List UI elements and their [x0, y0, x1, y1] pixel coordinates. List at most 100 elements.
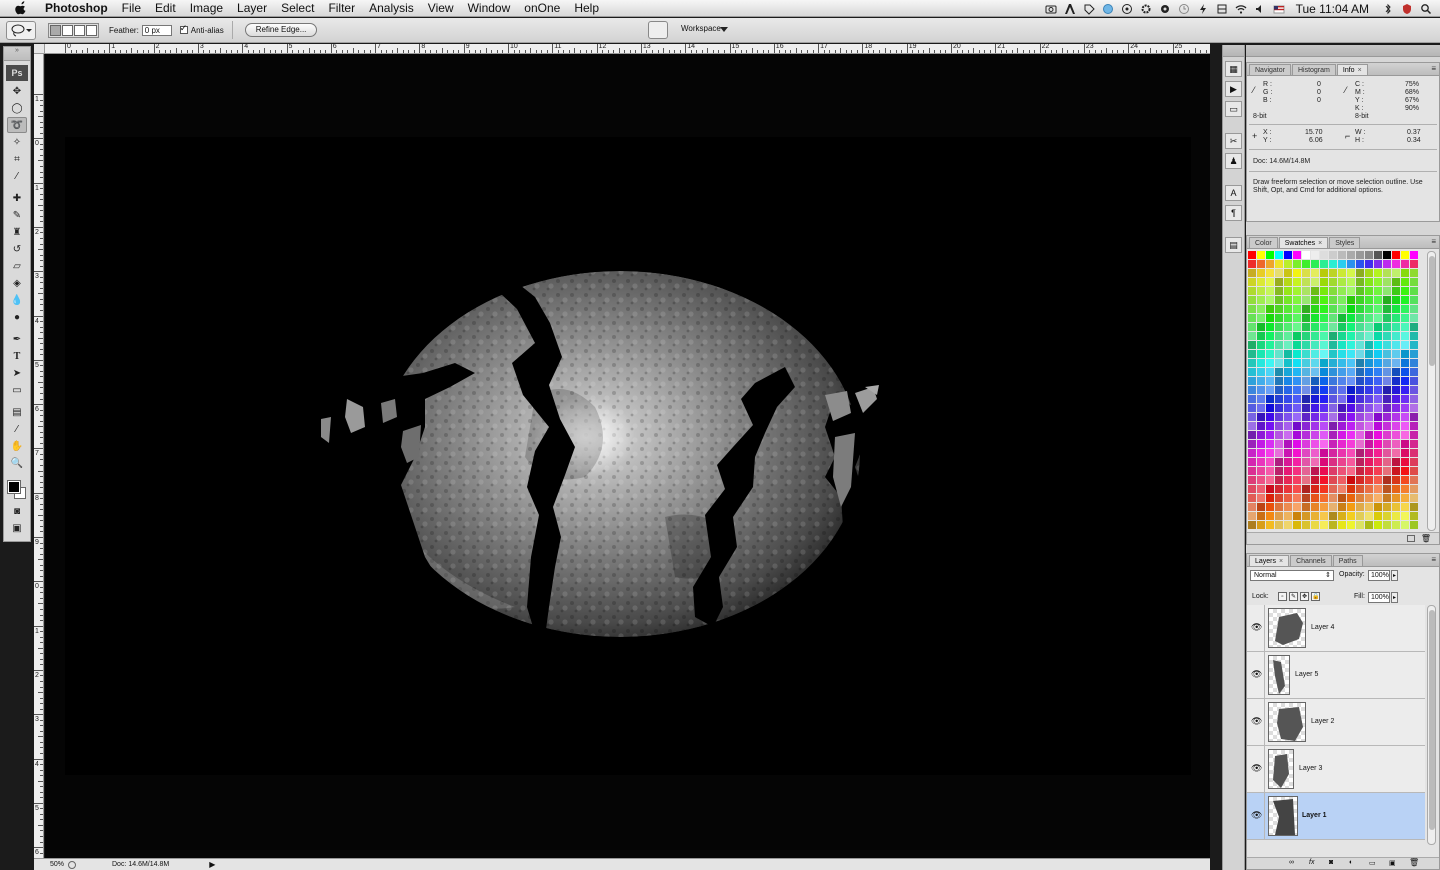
swatch[interactable] — [1248, 323, 1256, 331]
swatch[interactable] — [1347, 359, 1355, 367]
swatch[interactable] — [1329, 296, 1337, 304]
swatch[interactable] — [1302, 449, 1310, 457]
swatch[interactable] — [1266, 287, 1274, 295]
swatch[interactable] — [1329, 305, 1337, 313]
swatch[interactable] — [1302, 512, 1310, 520]
swatch[interactable] — [1266, 251, 1274, 259]
swatch[interactable] — [1392, 305, 1400, 313]
swatch[interactable] — [1284, 260, 1292, 268]
swatch[interactable] — [1329, 521, 1337, 529]
gear-icon[interactable] — [1140, 3, 1152, 15]
swatch[interactable] — [1410, 314, 1418, 322]
swatch[interactable] — [1284, 503, 1292, 511]
swatch[interactable] — [1275, 449, 1283, 457]
swatch[interactable] — [1311, 377, 1319, 385]
swatch[interactable] — [1284, 431, 1292, 439]
swatch[interactable] — [1338, 395, 1346, 403]
swatch[interactable] — [1374, 422, 1382, 430]
swatch[interactable] — [1275, 458, 1283, 466]
swatch[interactable] — [1311, 251, 1319, 259]
swatch[interactable] — [1347, 386, 1355, 394]
new-selection-button[interactable] — [50, 24, 61, 36]
swatch[interactable] — [1248, 332, 1256, 340]
swatch[interactable] — [1257, 431, 1265, 439]
swatch[interactable] — [1311, 404, 1319, 412]
layer-name[interactable]: Layer 2 — [1311, 718, 1334, 725]
swatch[interactable] — [1257, 467, 1265, 475]
swatch[interactable] — [1401, 503, 1409, 511]
swatch[interactable] — [1293, 494, 1301, 502]
swatch[interactable] — [1410, 323, 1418, 331]
swatch[interactable] — [1383, 494, 1391, 502]
swatch[interactable] — [1410, 476, 1418, 484]
menu-filter[interactable]: Filter — [321, 1, 362, 15]
tab-paths[interactable]: Paths — [1332, 555, 1363, 566]
swatch[interactable] — [1257, 440, 1265, 448]
swatch[interactable] — [1392, 350, 1400, 358]
swatch[interactable] — [1374, 332, 1382, 340]
swatch[interactable] — [1374, 296, 1382, 304]
swatch[interactable] — [1374, 305, 1382, 313]
swatch[interactable] — [1338, 476, 1346, 484]
swatch[interactable] — [1383, 251, 1391, 259]
swatch[interactable] — [1320, 260, 1328, 268]
swatch[interactable] — [1329, 368, 1337, 376]
swatch[interactable] — [1311, 341, 1319, 349]
swatch[interactable] — [1374, 377, 1382, 385]
move-tool-icon[interactable]: ✥ — [7, 83, 27, 99]
eyedropper-sample-tool-icon[interactable]: ⁄ — [7, 421, 27, 437]
swatch[interactable] — [1320, 413, 1328, 421]
refine-edge-button[interactable]: Refine Edge... — [244, 23, 318, 37]
swatch[interactable] — [1329, 260, 1337, 268]
swatch[interactable] — [1401, 359, 1409, 367]
swatch[interactable] — [1266, 386, 1274, 394]
swatch[interactable] — [1266, 422, 1274, 430]
swatch[interactable] — [1311, 503, 1319, 511]
swatch[interactable] — [1302, 251, 1310, 259]
swatch[interactable] — [1257, 260, 1265, 268]
swatch[interactable] — [1284, 251, 1292, 259]
swatch[interactable] — [1410, 458, 1418, 466]
swatch[interactable] — [1320, 404, 1328, 412]
path-selection-tool-icon[interactable]: ➤ — [7, 365, 27, 381]
swatch[interactable] — [1320, 386, 1328, 394]
swatch[interactable] — [1302, 467, 1310, 475]
close-icon[interactable]: × — [1318, 240, 1322, 247]
swatch[interactable] — [1293, 512, 1301, 520]
swatch[interactable] — [1383, 431, 1391, 439]
swatch[interactable] — [1293, 287, 1301, 295]
swatch[interactable] — [1311, 449, 1319, 457]
swatch[interactable] — [1338, 314, 1346, 322]
swatch[interactable] — [1311, 287, 1319, 295]
swatch[interactable] — [1347, 368, 1355, 376]
swatch[interactable] — [1365, 404, 1373, 412]
swatch[interactable] — [1320, 314, 1328, 322]
swatch[interactable] — [1248, 368, 1256, 376]
swatch[interactable] — [1338, 485, 1346, 493]
swatch[interactable] — [1257, 521, 1265, 529]
menu-layer[interactable]: Layer — [230, 1, 274, 15]
layers-scroll-thumb[interactable] — [1429, 610, 1435, 830]
swatch[interactable] — [1347, 422, 1355, 430]
swatch[interactable] — [1248, 440, 1256, 448]
swatch[interactable] — [1248, 278, 1256, 286]
swatch[interactable] — [1320, 323, 1328, 331]
tab-swatches[interactable]: Swatches × — [1278, 237, 1329, 248]
swatch[interactable] — [1257, 368, 1265, 376]
swatch[interactable] — [1257, 449, 1265, 457]
layers-scrollbar[interactable] — [1427, 605, 1436, 845]
swatch[interactable] — [1275, 332, 1283, 340]
swatch[interactable] — [1347, 305, 1355, 313]
layer-row-selected[interactable]: 👁 Layer 1 — [1247, 793, 1425, 840]
swatch[interactable] — [1293, 350, 1301, 358]
swatch[interactable] — [1257, 359, 1265, 367]
swatch[interactable] — [1347, 251, 1355, 259]
swatch[interactable] — [1257, 332, 1265, 340]
swatch[interactable] — [1347, 431, 1355, 439]
swatch[interactable] — [1248, 422, 1256, 430]
swatch[interactable] — [1365, 467, 1373, 475]
swatch[interactable] — [1356, 395, 1364, 403]
swatch[interactable] — [1311, 521, 1319, 529]
swatch[interactable] — [1401, 341, 1409, 349]
swatch[interactable] — [1302, 503, 1310, 511]
